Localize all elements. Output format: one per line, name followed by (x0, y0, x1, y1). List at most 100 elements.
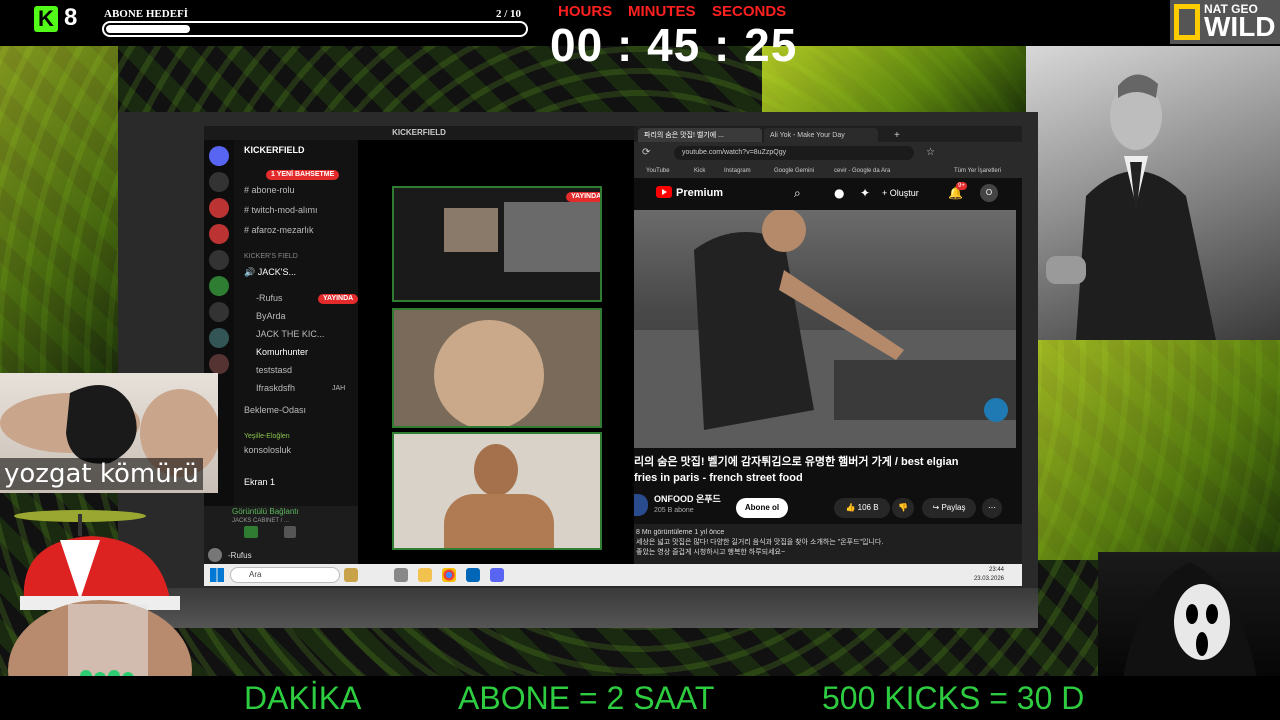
discord-taskbar-icon[interactable] (490, 568, 504, 582)
server-icon[interactable] (209, 224, 229, 244)
server-icon[interactable] (209, 328, 229, 348)
description-text: 좋았는 영상 즐겁게 시청하시고 행복한 하루되세요~ (636, 549, 786, 556)
microphone-icon[interactable]: ● (834, 187, 844, 199)
voice-connected-sub: JACKS CABINET / ... (232, 518, 289, 524)
ticker-bar: DAKİKA ABONE = 2 SAAT 500 KICKS = 30 D (0, 676, 1280, 720)
bookmark-item[interactable]: cevir - Google da Ara (834, 164, 890, 178)
address-bar[interactable]: youtube.com/watch?v=8uZzpQgy (674, 146, 914, 160)
afk-channel[interactable]: Bekleme-Odası (244, 404, 306, 417)
dislike-button[interactable]: 👎 (892, 498, 914, 518)
kick-logo-icon: K (34, 6, 58, 32)
notification-badge: 9+ (956, 182, 967, 190)
server-icon[interactable] (209, 302, 229, 322)
background-tile (762, 46, 1026, 112)
clock-date: 23.03.2026 (973, 576, 1004, 582)
screen-share-label[interactable]: Ekran 1 (244, 476, 275, 489)
video-title: 리의 숨은 맛집! 벨기에 감자튀김으로 유명한 햄버거 가게 / best e… (634, 456, 959, 484)
browser-tab[interactable]: 파리의 숨은 맛집! 벨기에 ... (638, 128, 762, 142)
youtube-premium-label[interactable]: Premium (676, 186, 723, 200)
browser-toolbar: ⟳ youtube.com/watch?v=8uZzpQgy ☆ (634, 142, 1022, 164)
like-button[interactable]: 👍 106 B (834, 498, 890, 518)
live-pill: YAYINDA (318, 294, 359, 304)
reload-icon[interactable]: ⟳ (642, 146, 650, 160)
channel-item[interactable]: # twitch-mod-alımı (244, 204, 318, 217)
bookmark-item[interactable]: Google Gemini (774, 164, 814, 178)
bookmarks-bar: YouTube Kick Instagram Google Gemini cev… (634, 164, 1022, 178)
bookmark-item[interactable]: Kick (694, 164, 705, 178)
server-name[interactable]: KICKERFIELD (244, 144, 305, 156)
bookmark-item[interactable]: Instagram (724, 164, 751, 178)
voice-user[interactable]: teststasd (256, 364, 292, 377)
subscriber-goal-fill (106, 25, 190, 33)
category-label[interactable]: KICKER'S FIELD (244, 250, 298, 263)
share-button[interactable]: ↪ Paylaş (922, 498, 976, 518)
create-label: Oluştur (889, 188, 919, 198)
server-icon[interactable] (209, 354, 229, 374)
stream-overlay: K 8 ABONE HEDEFİ 2 / 10 HOURS MINUTES SE… (0, 0, 1280, 720)
browser-tab-strip: 파리의 숨은 맛집! 벨기에 ... Ali Yok - Make Your D… (634, 126, 1022, 142)
timer-minutes: 45 (647, 19, 701, 71)
bookmark-star-icon[interactable]: ☆ (926, 146, 935, 160)
countdown-timer: 00 : 45 : 25 (550, 19, 798, 71)
taskbar-widget-icon[interactable] (344, 568, 358, 582)
bookmark-item[interactable]: Tüm Yer İşaretleri (954, 164, 1001, 178)
description-text: 세상은 넓고 맛집은 많다! 다양한 길거리 음식과 맛집을 찾아 소개하는 "… (636, 539, 884, 546)
video-tile-screen[interactable]: YAYINDA (392, 186, 602, 302)
voice-user[interactable]: -Rufus (256, 292, 283, 305)
nested-video (504, 202, 600, 272)
task-view-icon[interactable] (394, 568, 408, 582)
timer-hours-label: HOURS (558, 3, 613, 20)
create-button[interactable]: + Oluştur (882, 184, 919, 202)
bookmark-item[interactable]: YouTube (646, 164, 670, 178)
chrome-icon[interactable] (442, 568, 456, 582)
taskbar-search[interactable]: Ara (230, 567, 340, 583)
gemini-icon[interactable]: ✦ (860, 187, 870, 199)
user-body (444, 494, 554, 548)
video-description[interactable]: 8 Mn görüntüleme 1 yıl önce 세상은 넓고 맛집은 많… (634, 524, 1022, 564)
account-avatar[interactable]: O (980, 184, 998, 202)
youtube-logo-icon[interactable] (656, 186, 672, 198)
activities-icon[interactable] (284, 526, 296, 538)
channel-item[interactable]: # abone-rolu (244, 184, 295, 197)
video-tile-user[interactable] (392, 432, 602, 550)
more-options-icon[interactable]: ⋯ (982, 498, 1002, 518)
subscriber-goal-label: ABONE HEDEFİ (104, 8, 189, 20)
server-icon[interactable] (209, 198, 229, 218)
voice-user[interactable]: ByArda (256, 310, 286, 323)
channel-avatar[interactable] (634, 494, 648, 516)
store-icon[interactable] (466, 568, 480, 582)
browser-tab[interactable]: Ali Yok - Make Your Day (764, 128, 878, 142)
subscribe-button[interactable]: Abone ol (736, 498, 788, 518)
server-icon[interactable] (209, 276, 229, 296)
mention-pill[interactable]: 1 YENİ BAHSETME (266, 170, 340, 180)
category-label[interactable]: Yeşille-Eloğlen (244, 430, 290, 443)
video-player[interactable] (634, 210, 1016, 448)
timer-minutes-label: MINUTES (628, 3, 696, 20)
server-icon[interactable] (209, 250, 229, 270)
user-face (474, 444, 518, 496)
portrait-image (1026, 46, 1280, 340)
subscriber-goal-count: 2 / 10 (496, 8, 522, 20)
channel-name[interactable]: ONFOOD 온푸드 (654, 494, 721, 505)
search-icon[interactable]: ⌕ (794, 187, 801, 199)
video-tile-user[interactable] (392, 308, 602, 428)
system-clock[interactable]: 23:44 23.03.2026 (974, 566, 1004, 584)
channel-item[interactable]: # afaroz-mezarlık (244, 224, 314, 237)
voice-user[interactable]: Komurhunter (256, 346, 308, 359)
discord-window: KICKERFIELD KICKERFIELD 1 YENİ BAHSETME … (204, 126, 634, 564)
new-tab-icon[interactable]: + (888, 128, 902, 142)
camera-icon[interactable] (244, 526, 258, 538)
top-bar: K 8 ABONE HEDEFİ 2 / 10 HOURS MINUTES SE… (0, 0, 1280, 70)
user-tag: JAH (332, 385, 346, 392)
voice-user[interactable]: Ifraskdsfh (256, 382, 295, 395)
channel-label: twitch-mod-alımı (251, 205, 318, 215)
clock-time: 23:44 (988, 567, 1004, 573)
file-explorer-icon[interactable] (418, 568, 432, 582)
discord-home-icon[interactable] (209, 146, 229, 166)
voice-channel[interactable]: 🔊 JACK'S... (244, 266, 296, 279)
channel-item[interactable]: konsolosluk (244, 444, 291, 457)
channel-label: afaroz-mezarlık (251, 225, 314, 235)
background-tile (0, 46, 118, 376)
voice-user[interactable]: JACK THE KIC... (256, 328, 324, 341)
server-icon[interactable] (209, 172, 229, 192)
